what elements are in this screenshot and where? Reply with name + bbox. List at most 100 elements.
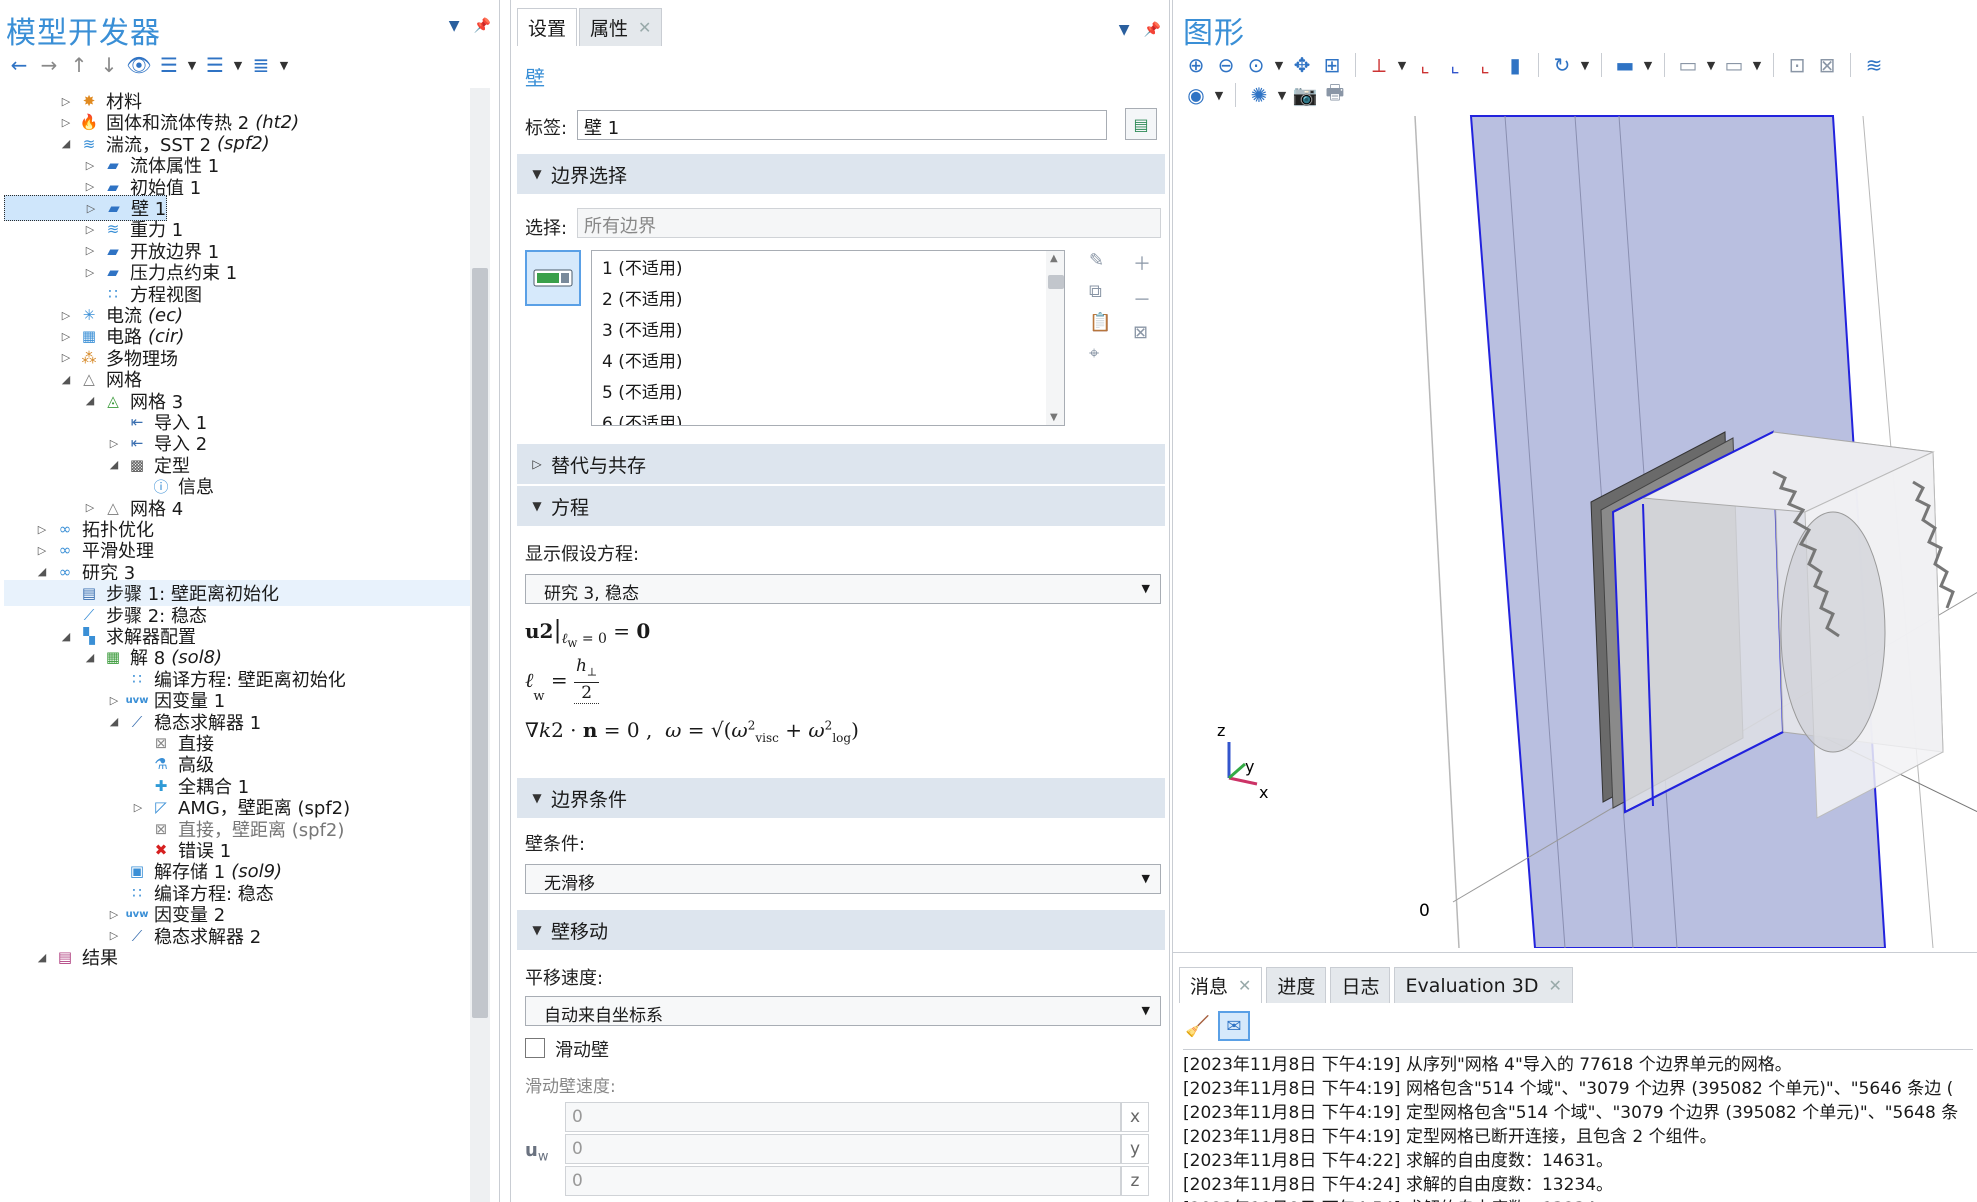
expanded-arrow-icon[interactable]: ◢ bbox=[82, 651, 98, 664]
clear-broom-icon[interactable]: 🧹 bbox=[1185, 1014, 1210, 1038]
view-yz-icon[interactable]: ⌞ bbox=[1440, 50, 1470, 80]
forward-arrow-icon[interactable]: → bbox=[34, 50, 64, 80]
boundary-list[interactable]: 1 (不适用) 2 (不适用) 3 (不适用) 4 (不适用) 5 (不适用) 6 (不适… bbox=[591, 250, 1065, 426]
collapsed-arrow-icon[interactable]: ▷ bbox=[106, 929, 122, 942]
boundary-scroll-thumb[interactable] bbox=[1048, 275, 1064, 289]
view-3d-icon[interactable]: ▮ bbox=[1500, 50, 1530, 80]
paste-selection-icon[interactable]: 📋 bbox=[1089, 312, 1111, 333]
scene-light-icon[interactable]: ◉ bbox=[1181, 80, 1211, 110]
scroll-down-icon[interactable]: ▼ bbox=[1050, 412, 1058, 423]
boundary-list-item[interactable]: 4 (不适用) bbox=[592, 344, 1064, 375]
translational-velocity-dropdown[interactable]: 自动来自坐标系 ▼ bbox=[525, 996, 1161, 1026]
show-hide-icon[interactable]: ▭ bbox=[1719, 50, 1749, 80]
zoom-in-icon[interactable]: ⊕ bbox=[1181, 50, 1211, 80]
sliding-wall-checkbox[interactable] bbox=[525, 1038, 545, 1058]
remove-icon[interactable]: － bbox=[1133, 286, 1151, 312]
expanded-arrow-icon[interactable]: ◢ bbox=[106, 715, 122, 728]
uw-y-field[interactable]: 0 bbox=[565, 1134, 1121, 1164]
close-icon[interactable]: ✕ bbox=[638, 18, 651, 37]
wall-condition-dropdown[interactable]: 无滑移 ▼ bbox=[525, 864, 1161, 894]
expanded-arrow-icon[interactable]: ◢ bbox=[106, 458, 122, 471]
close-icon[interactable]: ✕ bbox=[1548, 976, 1561, 995]
expanded-arrow-icon[interactable]: ◢ bbox=[34, 951, 50, 964]
collapsed-arrow-icon[interactable]: ▷ bbox=[58, 351, 74, 364]
study-dropdown[interactable]: 研究 3, 稳态 ▼ bbox=[525, 574, 1161, 604]
collapsed-arrow-icon[interactable]: ▷ bbox=[58, 116, 74, 129]
show-caret-icon[interactable]: ▼ bbox=[1749, 50, 1765, 80]
collapsed-arrow-icon[interactable]: ▷ bbox=[82, 244, 98, 257]
collapsed-arrow-icon[interactable]: ▷ bbox=[34, 544, 50, 557]
show-icon[interactable]: 👁 bbox=[124, 50, 154, 80]
select-domain-icon[interactable]: ▬ bbox=[1610, 50, 1640, 80]
uw-z-field[interactable]: 0 bbox=[565, 1166, 1121, 1196]
section-equation[interactable]: ▼ 方程 bbox=[517, 486, 1165, 526]
paint-select-icon[interactable]: ✎ bbox=[1089, 250, 1111, 271]
move-down-icon[interactable]: ↓ bbox=[94, 50, 124, 80]
render-caret-icon[interactable]: ▼ bbox=[1274, 80, 1290, 110]
tab-messages[interactable]: 消息 ✕ bbox=[1179, 967, 1263, 1003]
hide-icon[interactable]: ▭ bbox=[1673, 50, 1703, 80]
collapsed-arrow-icon[interactable]: ▷ bbox=[58, 309, 74, 322]
back-arrow-icon[interactable]: ← bbox=[4, 50, 34, 80]
tab-properties[interactable]: 属性 ✕ bbox=[579, 8, 663, 46]
wireframe-icon[interactable]: ⊡ bbox=[1782, 50, 1812, 80]
label-edit-button[interactable]: ▤ bbox=[1125, 108, 1157, 140]
select-caret-icon[interactable]: ▼ bbox=[1640, 50, 1656, 80]
section-override[interactable]: ▷ 替代与共存 bbox=[517, 444, 1165, 484]
pin-icon[interactable]: 📌 bbox=[1144, 22, 1161, 38]
section-wall-movement[interactable]: ▼ 壁移动 bbox=[517, 910, 1165, 950]
zoom-caret-icon[interactable]: ▼ bbox=[1271, 50, 1287, 80]
expand-caret-icon[interactable]: ▼ bbox=[184, 50, 200, 80]
panel-menu-icon[interactable]: ▼ bbox=[449, 18, 460, 34]
boundary-list-item[interactable]: 1 (不适用) bbox=[592, 251, 1064, 282]
boundary-list-scrollbar[interactable]: ▲ ▼ bbox=[1046, 251, 1064, 425]
tree-scrollbar[interactable] bbox=[470, 88, 490, 1202]
message-filter-icon[interactable]: ✉ bbox=[1217, 1011, 1250, 1041]
collapsed-arrow-icon[interactable]: ▷ bbox=[83, 202, 99, 215]
label-field[interactable]: 壁 1 bbox=[577, 110, 1107, 140]
collapsed-arrow-icon[interactable]: ▷ bbox=[82, 266, 98, 279]
model-3d-view[interactable]: z y x 0 bbox=[1173, 112, 1977, 949]
clear-selection-icon[interactable]: ⊠ bbox=[1133, 322, 1151, 343]
list-icon[interactable]: ≣ bbox=[246, 50, 276, 80]
expanded-arrow-icon[interactable]: ◢ bbox=[34, 565, 50, 578]
collapsed-arrow-icon[interactable]: ▷ bbox=[58, 95, 74, 108]
copy-selection-icon[interactable]: ⧉ bbox=[1089, 281, 1111, 302]
print-icon[interactable]: 🖶 bbox=[1320, 80, 1350, 110]
scroll-up-icon[interactable]: ▲ bbox=[1050, 253, 1058, 264]
add-icon[interactable]: ＋ bbox=[1133, 250, 1151, 276]
move-up-icon[interactable]: ↑ bbox=[64, 50, 94, 80]
collapsed-arrow-icon[interactable]: ▷ bbox=[34, 523, 50, 536]
view-xz-icon[interactable]: ⌞ bbox=[1470, 50, 1500, 80]
render-icon[interactable]: ✺ bbox=[1244, 80, 1274, 110]
rotate-icon[interactable]: ↻ bbox=[1547, 50, 1577, 80]
expand-icon[interactable]: ☰ bbox=[154, 50, 184, 80]
collapsed-arrow-icon[interactable]: ▷ bbox=[106, 694, 122, 707]
collapsed-arrow-icon[interactable]: ▷ bbox=[82, 223, 98, 236]
panel-menu-icon[interactable]: ▼ bbox=[1119, 22, 1130, 38]
section-boundary-selection[interactable]: ▼ 边界选择 bbox=[517, 154, 1165, 194]
tab-evaluation-3d[interactable]: Evaluation 3D ✕ bbox=[1394, 967, 1573, 1003]
expanded-arrow-icon[interactable]: ◢ bbox=[58, 373, 74, 386]
view-axes-icon[interactable]: ⟂ bbox=[1364, 50, 1394, 80]
rotate-caret-icon[interactable]: ▼ bbox=[1577, 50, 1593, 80]
close-icon[interactable]: ✕ bbox=[1238, 976, 1251, 995]
tree-item[interactable]: ◢ ▤ 结果 bbox=[4, 944, 118, 970]
collapsed-arrow-icon[interactable]: ▷ bbox=[130, 801, 146, 814]
tab-progress[interactable]: 进度 bbox=[1266, 967, 1327, 1003]
active-selection-toggle[interactable] bbox=[525, 250, 581, 306]
transparency-icon[interactable]: ⊠ bbox=[1812, 50, 1842, 80]
more-icon[interactable]: ≋ bbox=[1859, 50, 1889, 80]
zoom-out-icon[interactable]: ⊖ bbox=[1211, 50, 1241, 80]
collapsed-arrow-icon[interactable]: ▷ bbox=[106, 437, 122, 450]
list-caret-icon[interactable]: ▼ bbox=[276, 50, 292, 80]
view-xy-icon[interactable]: ⌞ bbox=[1410, 50, 1440, 80]
zoom-box-icon[interactable]: ⊙ bbox=[1241, 50, 1271, 80]
uw-x-field[interactable]: 0 bbox=[565, 1102, 1121, 1132]
collapsed-arrow-icon[interactable]: ▷ bbox=[106, 908, 122, 921]
expanded-arrow-icon[interactable]: ◢ bbox=[82, 394, 98, 407]
expanded-arrow-icon[interactable]: ◢ bbox=[58, 137, 74, 150]
collapsed-arrow-icon[interactable]: ▷ bbox=[82, 159, 98, 172]
boundary-list-item[interactable]: 3 (不适用) bbox=[592, 313, 1064, 344]
tree-scroll-thumb[interactable] bbox=[472, 268, 488, 1018]
